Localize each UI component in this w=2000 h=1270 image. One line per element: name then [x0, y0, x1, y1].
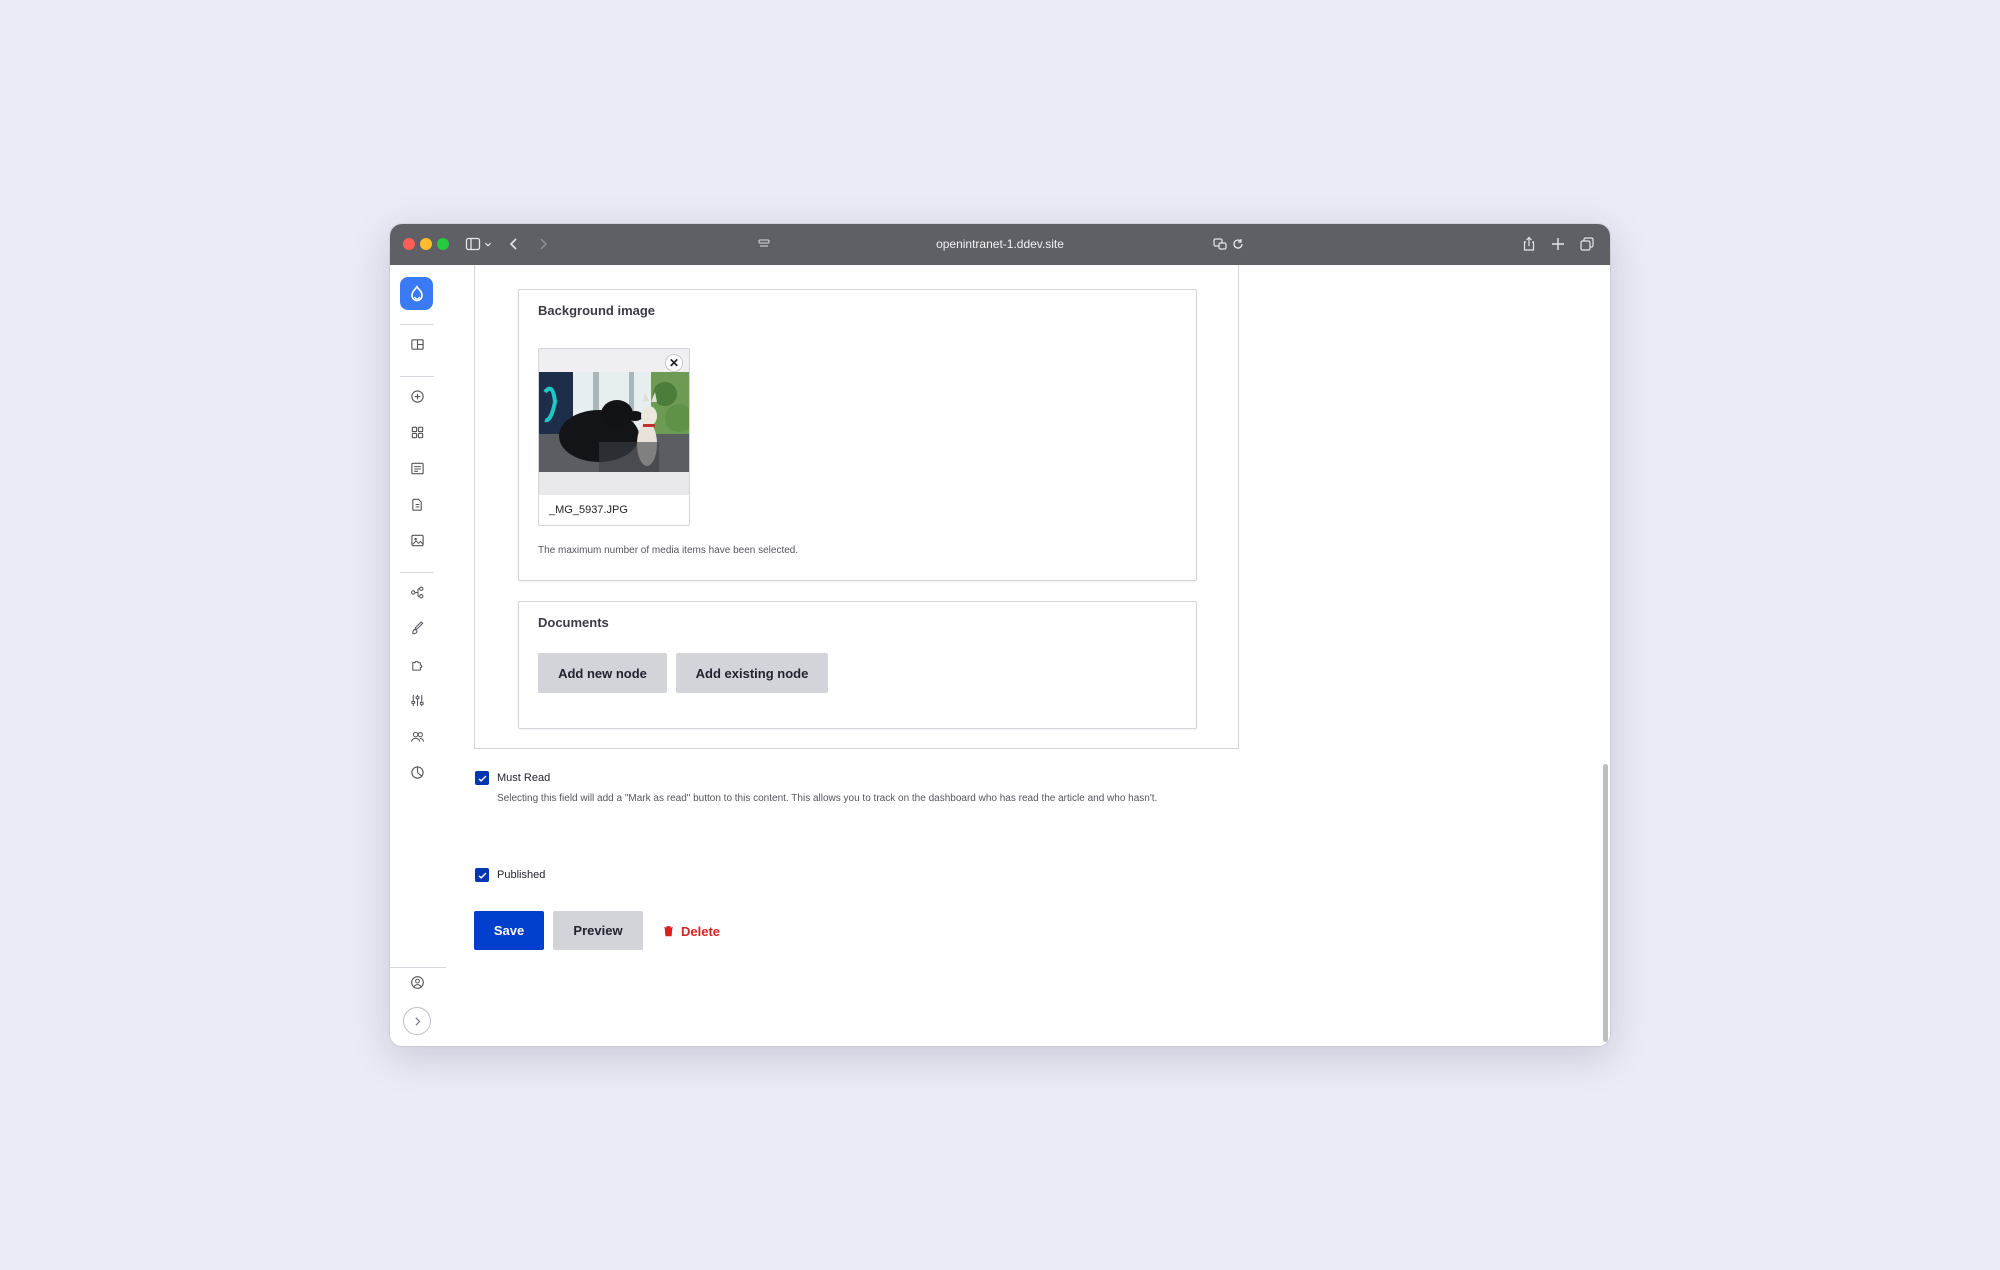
- documents-icon[interactable]: [407, 494, 427, 514]
- minimize-window-button[interactable]: [420, 238, 432, 250]
- user-icon[interactable]: [407, 972, 427, 992]
- browser-titlebar: openintranet-1.ddev.site: [390, 224, 1610, 265]
- check-icon: [478, 872, 486, 879]
- drupal-logo-icon[interactable]: [400, 277, 433, 310]
- must-read-checkbox[interactable]: [475, 771, 489, 785]
- browser-window: openintranet-1.ddev.site Background imag…: [390, 224, 1610, 1046]
- layout-icon[interactable]: [407, 334, 427, 354]
- media-thumbnail-padding: [539, 472, 689, 495]
- documents-fieldset: Documents Add new node Add existing node: [518, 601, 1197, 729]
- background-image-legend: Background image: [538, 303, 656, 318]
- page-scrollbar[interactable]: [1603, 764, 1608, 1042]
- media-thumbnail: [539, 372, 689, 472]
- delete-button[interactable]: Delete: [662, 921, 720, 941]
- content-list-icon[interactable]: [407, 458, 427, 478]
- main-content: Background image ✕ _MG_5937.JPG The maxi…: [446, 265, 1610, 1046]
- delete-label: Delete: [681, 923, 721, 939]
- url-text: openintranet-1.ddev.site: [936, 237, 1064, 251]
- background-image-fieldset: Background image ✕ _MG_5937.JPG The maxi…: [518, 289, 1197, 581]
- media-limit-help-text: The maximum number of media items have b…: [538, 545, 799, 556]
- grid-icon[interactable]: [407, 422, 427, 442]
- save-button[interactable]: Save: [474, 911, 544, 950]
- sidebar-divider: [390, 967, 446, 968]
- sidebar-divider: [400, 324, 434, 325]
- sidebar-divider: [400, 572, 434, 573]
- published-checkbox[interactable]: [475, 868, 489, 882]
- extend-icon[interactable]: [407, 654, 427, 674]
- published-label: Published: [497, 869, 546, 881]
- people-icon[interactable]: [407, 726, 427, 746]
- back-icon[interactable]: [504, 234, 524, 254]
- tab-overview-icon[interactable]: [1577, 234, 1597, 254]
- preview-button[interactable]: Preview: [553, 911, 643, 950]
- configuration-icon[interactable]: [407, 690, 427, 710]
- check-icon: [478, 775, 486, 782]
- must-read-label: Must Read: [497, 772, 551, 784]
- translate-icon[interactable]: [1210, 234, 1230, 254]
- zoom-window-button[interactable]: [437, 238, 449, 250]
- documents-legend: Documents: [538, 615, 609, 630]
- new-tab-icon[interactable]: [1548, 234, 1568, 254]
- add-content-icon[interactable]: [407, 386, 427, 406]
- remove-media-button[interactable]: ✕: [665, 354, 683, 372]
- address-bar[interactable]: openintranet-1.ddev.site: [760, 232, 1240, 256]
- add-new-node-button[interactable]: Add new node: [538, 653, 667, 693]
- media-icon[interactable]: [407, 530, 427, 550]
- sidebar-toggle-icon[interactable]: [463, 234, 483, 254]
- forward-icon[interactable]: [533, 234, 553, 254]
- add-existing-node-button[interactable]: Add existing node: [676, 653, 828, 693]
- must-read-description: Selecting this field will add a "Mark as…: [497, 793, 1158, 804]
- chevron-right-icon[interactable]: [403, 1007, 431, 1035]
- appearance-icon[interactable]: [407, 618, 427, 638]
- admin-sidebar: [390, 265, 447, 1046]
- sidebar-divider: [400, 376, 434, 377]
- reports-icon[interactable]: [407, 762, 427, 782]
- chevron-down-icon[interactable]: [481, 234, 495, 254]
- trash-icon: [664, 926, 673, 937]
- close-window-button[interactable]: [403, 238, 415, 250]
- reload-icon[interactable]: [1228, 234, 1248, 254]
- media-item-card[interactable]: ✕ _MG_5937.JPG: [538, 348, 690, 526]
- structure-icon[interactable]: [407, 582, 427, 602]
- media-filename: _MG_5937.JPG: [539, 495, 689, 525]
- share-icon[interactable]: [1519, 234, 1539, 254]
